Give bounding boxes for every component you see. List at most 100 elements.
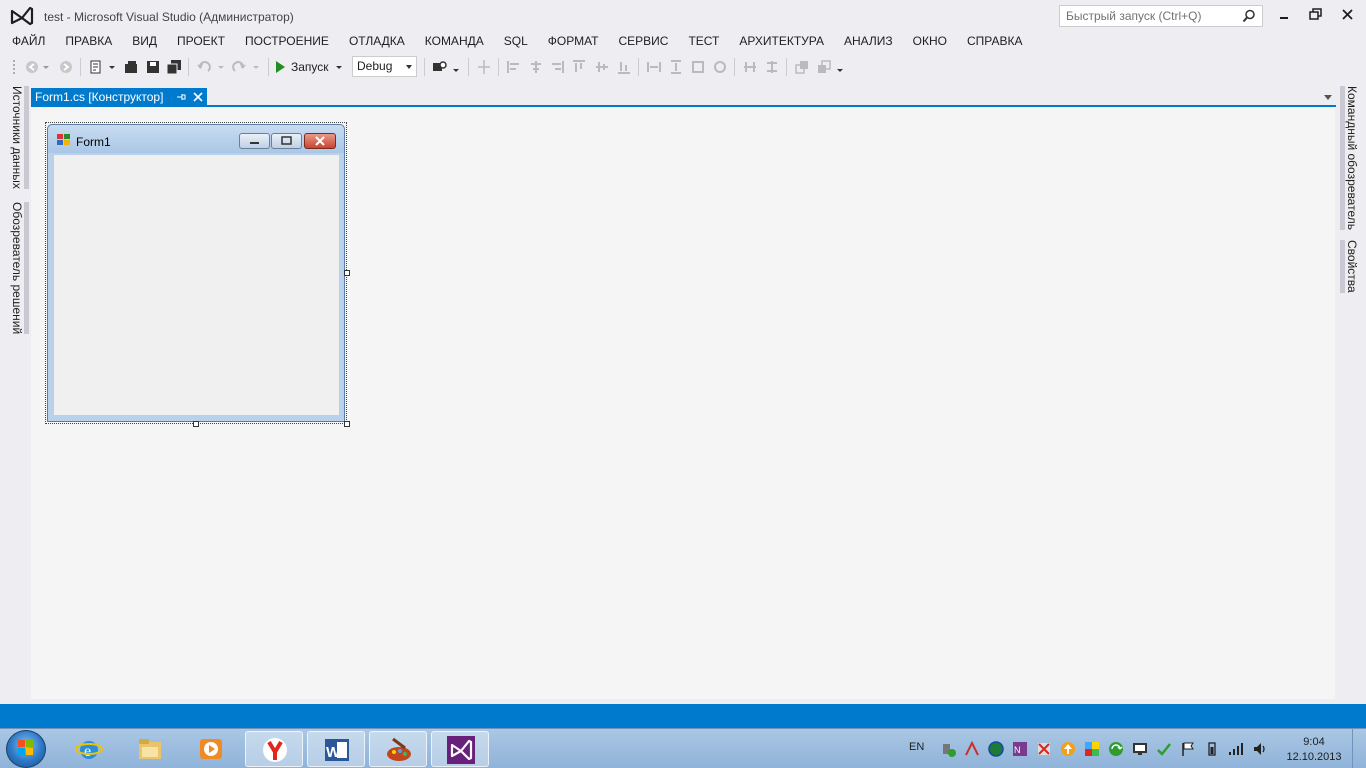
form1-window[interactable]: Form1 (47, 124, 345, 422)
taskbar-word[interactable]: W (307, 731, 365, 767)
find-in-files-icon[interactable] (432, 59, 448, 75)
data-sources-tab[interactable]: Источники данных (8, 86, 29, 189)
restore-button[interactable] (1306, 6, 1326, 24)
form-minimize-button[interactable] (239, 133, 270, 149)
menu-debug[interactable]: ОТЛАДКА (339, 32, 415, 52)
input-language-indicator[interactable]: EN (909, 741, 924, 753)
align-tops-icon[interactable] (571, 59, 587, 75)
document-tab-form1-designer[interactable]: Form1.cs [Конструктор] (31, 88, 207, 106)
chevron-down-icon[interactable] (217, 59, 225, 75)
menu-project[interactable]: ПРОЕКТ (167, 32, 235, 52)
chevron-down-icon[interactable] (452, 59, 460, 75)
close-icon[interactable] (193, 92, 203, 102)
minimize-button[interactable] (1274, 6, 1294, 24)
no-network-icon[interactable] (1036, 741, 1052, 757)
form-close-button[interactable] (304, 133, 336, 149)
app-tray-icon[interactable] (1084, 741, 1100, 757)
team-explorer-tab[interactable]: Командный обозреватель (1340, 86, 1361, 230)
chevron-down-icon[interactable] (836, 59, 844, 75)
start-debugging-button[interactable]: Запуск (276, 58, 343, 76)
align-rights-icon[interactable] (549, 59, 565, 75)
new-project-icon[interactable] (88, 59, 104, 75)
solution-configuration-select[interactable]: Debug (352, 56, 417, 77)
maximize-icon (281, 136, 292, 145)
checkmark-shield-icon[interactable] (1156, 741, 1172, 757)
chevron-down-icon[interactable] (335, 59, 343, 75)
resize-handle-right[interactable] (344, 270, 350, 276)
taskbar-file-explorer[interactable] (121, 731, 179, 767)
battery-icon[interactable] (1204, 741, 1220, 757)
toolbar-grip[interactable] (12, 59, 16, 75)
make-same-size-icon[interactable] (690, 59, 706, 75)
size-to-grid-icon[interactable] (712, 59, 728, 75)
windows-logo-icon (18, 740, 33, 755)
align-centers-icon[interactable] (528, 59, 544, 75)
start-button[interactable] (6, 730, 46, 768)
document-list-dropdown-icon[interactable] (1324, 95, 1332, 100)
taskbar-paint-app[interactable] (369, 731, 427, 767)
save-all-icon[interactable] (166, 59, 182, 75)
update-arrow-icon[interactable] (1060, 741, 1076, 757)
menu-file[interactable]: ФАЙЛ (2, 32, 55, 52)
menu-architecture[interactable]: АРХИТЕКТУРА (729, 32, 834, 52)
navigate-forward-icon[interactable] (58, 59, 74, 75)
search-icon[interactable] (1242, 9, 1256, 23)
menu-build[interactable]: ПОСТРОЕНИЕ (235, 32, 339, 52)
properties-tab[interactable]: Свойства (1340, 240, 1361, 293)
chevron-down-icon[interactable] (108, 59, 116, 75)
action-center-flag-icon[interactable] (1180, 741, 1196, 757)
close-icon (315, 136, 325, 146)
make-same-width-icon[interactable] (646, 59, 662, 75)
network-activity-icon[interactable] (964, 741, 980, 757)
menu-help[interactable]: СПРАВКА (957, 32, 1033, 52)
undo-icon[interactable] (196, 59, 212, 75)
chevron-down-icon[interactable] (252, 59, 260, 75)
volume-icon[interactable] (1252, 741, 1268, 757)
globe-icon[interactable] (988, 741, 1004, 757)
show-desktop-button[interactable] (1352, 729, 1366, 768)
resize-handle-bottom-right[interactable] (344, 421, 350, 427)
chevron-down-icon[interactable] (42, 59, 50, 75)
taskbar-internet-explorer[interactable]: e (60, 731, 118, 767)
taskbar-yandex-browser[interactable] (245, 731, 303, 767)
quick-launch-placeholder: Быстрый запуск (Ctrl+Q) (1066, 9, 1202, 23)
system-clock[interactable]: 9:04 12.10.2013 (1284, 735, 1344, 765)
align-middles-icon[interactable] (594, 59, 610, 75)
align-bottoms-icon[interactable] (616, 59, 632, 75)
horizontal-spacing-icon[interactable] (742, 59, 758, 75)
menu-format[interactable]: ФОРМАТ (538, 32, 609, 52)
open-file-icon[interactable] (123, 59, 139, 75)
pin-icon[interactable] (176, 91, 186, 103)
taskbar-media-player[interactable] (182, 731, 240, 767)
close-button[interactable] (1338, 6, 1358, 24)
save-icon[interactable] (145, 59, 161, 75)
start-label: Запуск (291, 60, 329, 74)
solution-explorer-tab[interactable]: Обозреватель решений (8, 202, 29, 335)
align-lefts-icon[interactable] (506, 59, 522, 75)
redo-icon[interactable] (231, 59, 247, 75)
resize-handle-bottom[interactable] (193, 421, 199, 427)
taskbar-visual-studio[interactable] (431, 731, 489, 767)
form1-client-area[interactable] (54, 155, 339, 415)
menu-team[interactable]: КОМАНДА (415, 32, 494, 52)
menu-window[interactable]: ОКНО (903, 32, 957, 52)
align-to-grid-icon[interactable] (476, 59, 492, 75)
menu-sql[interactable]: SQL (494, 32, 538, 52)
menu-test[interactable]: ТЕСТ (678, 32, 729, 52)
wifi-signal-icon[interactable] (1228, 741, 1244, 757)
bring-to-front-icon[interactable] (794, 59, 810, 75)
send-to-back-icon[interactable] (816, 59, 832, 75)
menu-analyze[interactable]: АНАЛИЗ (834, 32, 903, 52)
menu-edit[interactable]: ПРАВКА (55, 32, 122, 52)
quick-launch-input[interactable]: Быстрый запуск (Ctrl+Q) (1059, 5, 1263, 27)
form-maximize-button[interactable] (271, 133, 302, 149)
onenote-icon[interactable]: N (1012, 741, 1028, 757)
make-same-height-icon[interactable] (668, 59, 684, 75)
menu-view[interactable]: ВИД (122, 32, 167, 52)
display-icon[interactable] (1132, 741, 1148, 757)
vertical-spacing-icon[interactable] (764, 59, 780, 75)
navigate-back-icon[interactable] (24, 59, 40, 75)
sync-icon[interactable] (1108, 741, 1124, 757)
safely-remove-hardware-icon[interactable] (940, 741, 956, 757)
menu-tools[interactable]: СЕРВИС (608, 32, 678, 52)
